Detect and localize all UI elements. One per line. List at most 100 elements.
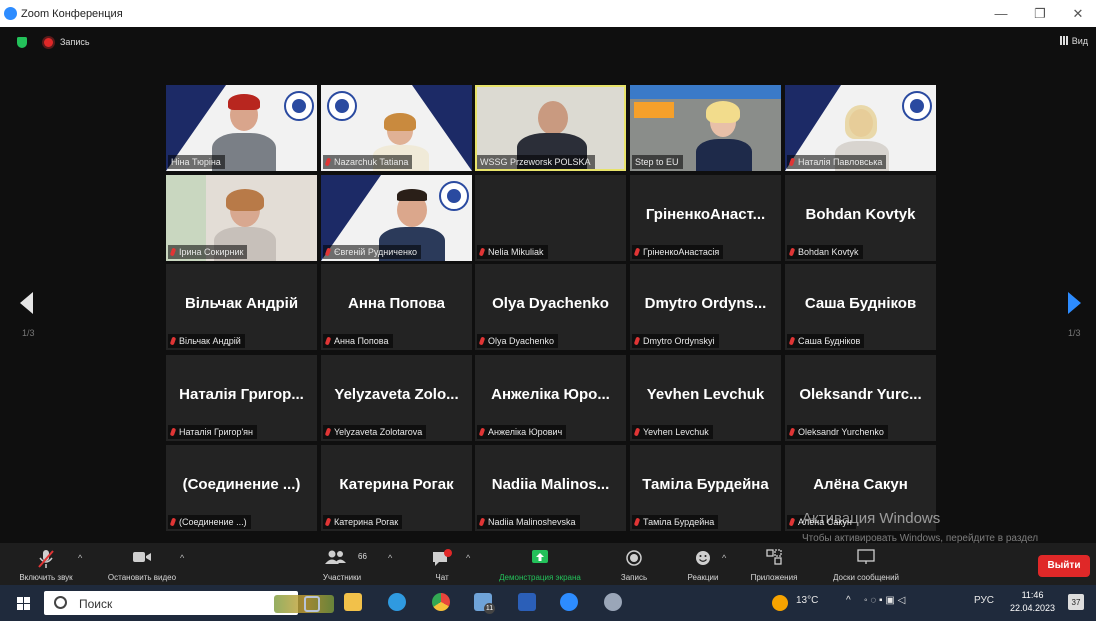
leave-meeting-button[interactable]: Выйти (1038, 555, 1090, 577)
temperature-text[interactable]: 13°C (796, 595, 818, 606)
video-tile-active-speaker[interactable]: WSSG Przeworsk POLSKA (475, 85, 626, 171)
next-page-arrow-icon[interactable] (1068, 292, 1081, 314)
close-button[interactable]: ✕ (1060, 4, 1096, 24)
chrome-browser-icon[interactable] (432, 593, 450, 611)
recording-icon[interactable] (44, 38, 53, 47)
taskbar-clock[interactable]: 11:46 22.04.2023 (1010, 589, 1055, 615)
mic-muted-icon (324, 517, 332, 527)
participant-name-label: Nazarchuk Tatiana (323, 155, 413, 169)
zoom-taskbar-icon[interactable] (560, 593, 578, 611)
activation-watermark-title: Активация Windows (802, 510, 941, 527)
apps-button[interactable]: Приложения (742, 543, 806, 585)
word-app-icon[interactable] (518, 593, 536, 611)
search-icon (54, 596, 67, 609)
minimize-button[interactable]: — (983, 4, 1019, 24)
recording-label[interactable]: Запись (60, 37, 90, 47)
mic-muted-icon (478, 247, 486, 257)
video-tile[interactable]: Nelia Mikuliak (475, 175, 626, 261)
video-tile[interactable]: Євгеній Рудниченко (321, 175, 472, 261)
edge-browser-icon[interactable] (388, 593, 406, 611)
task-view-icon[interactable] (304, 596, 320, 612)
video-tile[interactable]: Вільчак Андрій Вільчак Андрій (166, 264, 317, 350)
participant-display-name: Таміла Бурдейна (642, 476, 769, 493)
participant-name-label: Євгеній Рудниченко (323, 245, 421, 259)
reactions-smiley-icon (696, 551, 710, 565)
windows-start-icon[interactable] (17, 597, 30, 610)
video-camera-icon (133, 552, 151, 562)
video-tile[interactable]: Yevhen Levchuk Yevhen Levchuk (630, 355, 781, 441)
participant-name-label: ГріненкоАнастасія (632, 245, 724, 259)
video-options-chevron-icon[interactable]: ^ (180, 553, 184, 563)
video-tile[interactable]: Olya Dyachenko Olya Dyachenko (475, 264, 626, 350)
participant-hair (397, 189, 427, 201)
chat-button[interactable]: Чат (420, 543, 464, 585)
video-tile[interactable]: Nadiia Malinos... Nadiia Malinoshevska (475, 445, 626, 531)
mic-muted-icon (169, 427, 177, 437)
mic-muted-icon (788, 336, 796, 346)
share-screen-label: Демонстрация экрана (499, 573, 581, 582)
video-tile[interactable]: Oleksandr Yurc... Oleksandr Yurchenko (785, 355, 936, 441)
reactions-button[interactable]: Реакции (680, 543, 726, 585)
weather-sun-icon[interactable] (772, 595, 788, 611)
video-tile[interactable]: Наталія Павловська (785, 85, 936, 171)
video-tile[interactable]: Yelyzaveta Zolo... Yelyzaveta Zolotarova (321, 355, 472, 441)
participant-display-name: Olya Dyachenko (492, 295, 609, 312)
video-tile[interactable]: (Соединение ...) (Соединение ...) (166, 445, 317, 531)
share-screen-icon (532, 550, 548, 563)
participants-options-chevron-icon[interactable]: ^ (388, 553, 392, 563)
view-label: Вид (1071, 36, 1088, 46)
participant-name-label: Наталія Григор'ян (168, 425, 258, 439)
reactions-label: Реакции (687, 573, 719, 582)
mic-muted-icon (788, 517, 796, 527)
video-tile[interactable]: Катерина Рогак Катерина Рогак (321, 445, 472, 531)
view-button[interactable]: Вид (1059, 36, 1088, 46)
video-tile[interactable]: Ірина Сокирник (166, 175, 317, 261)
window-title: Zoom Конференция (21, 8, 123, 20)
audio-options-chevron-icon[interactable]: ^ (78, 553, 82, 563)
previous-page-arrow-icon[interactable] (20, 292, 33, 314)
participant-display-name: Yevhen Levchuk (646, 386, 765, 403)
share-screen-button[interactable]: Демонстрация экрана (482, 543, 598, 585)
security-shield-icon[interactable] (17, 37, 27, 48)
participants-button[interactable]: 66 Участники (312, 543, 372, 585)
file-explorer-icon[interactable] (344, 593, 362, 611)
stop-video-button[interactable]: Остановить видео (96, 543, 188, 585)
input-language-indicator[interactable]: РУС (974, 595, 994, 606)
video-tile[interactable]: Анжеліка Юро... Анжеліка Юрович (475, 355, 626, 441)
video-tile[interactable]: Ніна Тюріна (166, 85, 317, 171)
university-emblem-icon (284, 91, 314, 121)
participant-display-name: Анна Попова (348, 295, 445, 312)
video-tile[interactable]: Bohdan Kovtyk Bohdan Kovtyk (785, 175, 936, 261)
video-tile[interactable]: Dmytro Ordyns... Dmytro Ordynskyi (630, 264, 781, 350)
video-tile[interactable]: Наталія Григор... Наталія Григор'ян (166, 355, 317, 441)
chat-options-chevron-icon[interactable]: ^ (466, 553, 470, 563)
notification-center-icon[interactable]: 37 (1068, 594, 1084, 610)
video-tile[interactable]: ГріненкоАнаст... ГріненкоАнастасія (630, 175, 781, 261)
video-tile[interactable]: Саша Будніков Саша Будніков (785, 264, 936, 350)
participant-display-name: Bohdan Kovtyk (805, 206, 916, 223)
mic-muted-icon (478, 517, 486, 527)
reactions-options-chevron-icon[interactable]: ^ (722, 553, 726, 563)
mic-muted-icon (633, 247, 641, 257)
whiteboard-icon (857, 549, 875, 564)
meeting-top-strip: Запись Вид (0, 27, 1096, 57)
settings-app-icon[interactable] (604, 593, 622, 611)
video-tile[interactable]: Nazarchuk Tatiana (321, 85, 472, 171)
whiteboards-button[interactable]: Доски сообщений (818, 543, 914, 585)
email-app-icon[interactable]: 11 (474, 593, 495, 614)
video-tile[interactable]: Анна Попова Анна Попова (321, 264, 472, 350)
taskbar-search-box[interactable]: Поиск (44, 591, 334, 615)
tray-expand-chevron-icon[interactable]: ^ (846, 595, 851, 606)
tray-icons[interactable]: ◦ ◌ ▪ ▣ ◁ (864, 595, 905, 606)
university-emblem-icon (439, 181, 469, 211)
participant-display-name: ГріненкоАнаст... (645, 206, 766, 223)
mic-muted-icon (478, 427, 486, 437)
record-button[interactable]: Запись (612, 543, 656, 585)
video-tile[interactable]: Step to EU (630, 85, 781, 171)
video-tile[interactable]: Таміла Бурдейна Таміла Бурдейна (630, 445, 781, 531)
participant-display-name: Nadiia Malinos... (491, 476, 610, 493)
participant-face (538, 101, 568, 135)
participant-name-label: WSSG Przeworsk POLSKA (477, 155, 595, 169)
unmute-button[interactable]: Включить звук (8, 543, 84, 585)
restore-button[interactable]: ❐ (1022, 4, 1058, 24)
